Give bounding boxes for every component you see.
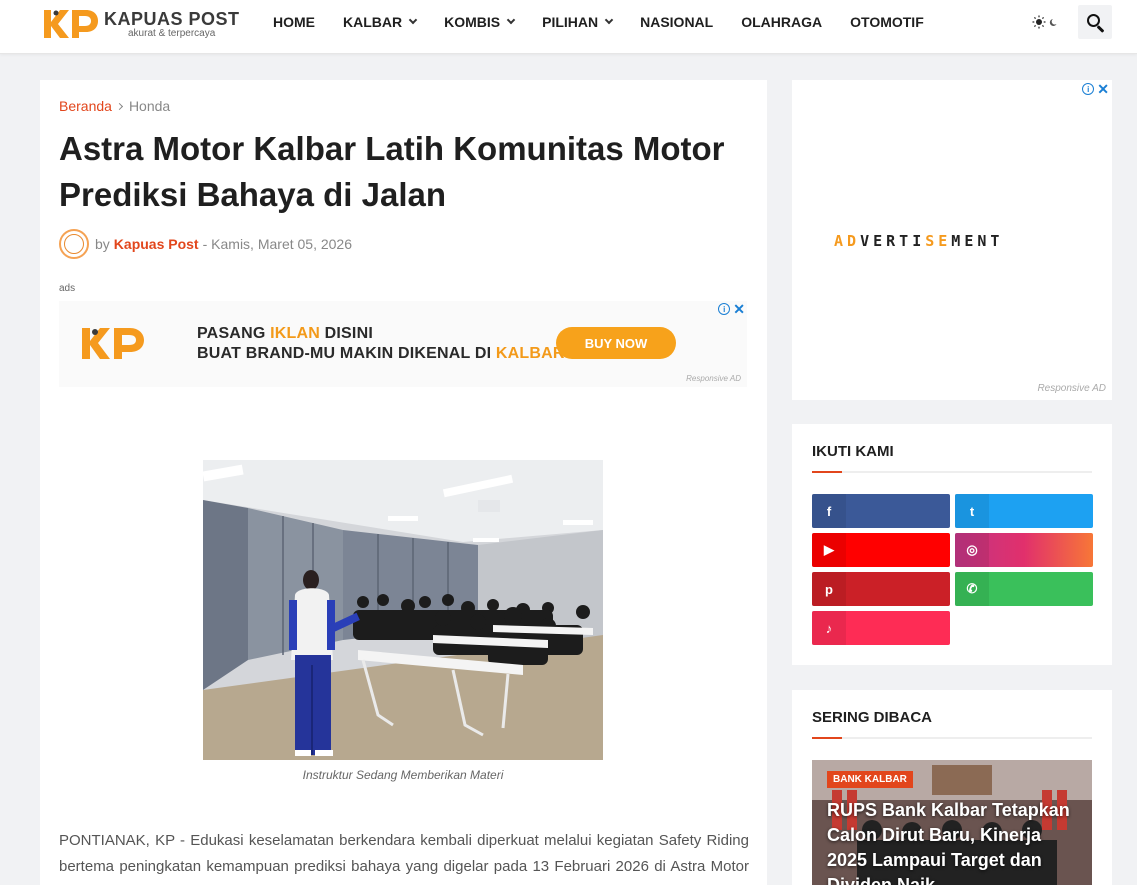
author-avatar[interactable] [59,229,89,259]
advertisement-letter: T [899,232,913,250]
chevron-down-icon [408,15,418,25]
banner-line-2-highlight: KALBAR [495,345,565,362]
title-underline [812,737,1092,739]
advertisement-letter: E [873,232,887,250]
ad-choices: i ✕ [1082,82,1109,96]
advertisement-letter: A [834,232,848,250]
banner-line-2: BUAT BRAND-MU MAKIN DIKENAL DI KALBAR [197,345,565,363]
search-icon [1087,14,1100,27]
nav-kalbar-label: KALBAR [343,14,403,30]
popular-post-title[interactable]: RUPS Bank Kalbar Tetapkan Calon Dirut Ba… [827,798,1082,885]
post-date: - Kamis, Maret 05, 2026 [202,236,353,252]
social-button-youtube[interactable]: ▶ [812,533,950,567]
banner-line-2-prefix: BUAT BRAND-MU MAKIN DIKENAL DI [197,345,496,362]
sun-moon-icon [1032,15,1057,29]
article-card: Beranda Honda Astra Motor Kalbar Latih K… [40,80,767,885]
kp-logo-icon [64,234,84,254]
kp-logo-icon [44,10,98,38]
breadcrumb: Beranda Honda [59,98,170,114]
info-icon[interactable]: i [718,303,731,315]
kp-logo-icon [82,328,144,359]
popular-post-card[interactable]: BANK KALBAR RUPS Bank Kalbar Tetapkan Ca… [812,760,1092,885]
nav-nasional[interactable]: NASIONAL [640,14,713,30]
chevron-down-icon [506,15,516,25]
popular-post-category[interactable]: BANK KALBAR [827,771,913,788]
nav-home[interactable]: HOME [273,14,315,30]
nav-kalbar[interactable]: KALBAR [343,14,418,30]
popular-title: SERING DIBACA [812,709,933,726]
nav-kombis[interactable]: KOMBIS [444,14,516,30]
popular-widget: SERING DIBACA BANK KALBAR RUPS Bank Kalb… [792,690,1112,885]
sidebar-ad[interactable]: i ✕ ADVERTISEMENT Responsive AD [792,80,1112,400]
responsive-ad-label: Responsive AD [686,374,741,383]
search-button[interactable] [1078,5,1112,39]
chevron-right-icon [115,102,123,110]
nav-pilihan[interactable]: PILIHAN [542,14,614,30]
banner-line-1-highlight: IKLAN [270,325,321,342]
nav-otomotif[interactable]: OTOMOTIF [850,14,924,30]
ad-choices: i ✕ [718,302,745,316]
article-photo[interactable] [203,460,603,760]
theme-toggle-button[interactable] [1030,12,1062,32]
chevron-down-icon [604,15,614,25]
author-link[interactable]: Kapuas Post [114,236,199,252]
whatsapp-icon: ✆ [955,572,989,606]
advertisement-text: ADVERTISEMENT [834,232,1003,250]
youtube-icon: ▶ [812,533,846,567]
twitter-icon: t [955,494,989,528]
nav-olahraga[interactable]: OLAHRAGA [741,14,822,30]
advertisement-letter: V [860,232,874,250]
close-icon[interactable]: ✕ [1097,82,1109,96]
social-button-tiktok[interactable]: ♪ [812,611,950,645]
banner-ad[interactable]: PASANG IKLAN DISINI BUAT BRAND-MU MAKIN … [59,301,747,387]
article-title: Astra Motor Kalbar Latih Komunitas Motor… [59,130,725,213]
nav-olahraga-label: OLAHRAGA [741,14,823,30]
advertisement-letter: E [938,232,952,250]
advertisement-letter: R [886,232,900,250]
by-label: by [95,236,110,252]
main-nav: HOME KALBAR KOMBIS PILIHAN NASIONAL OLAH… [273,0,952,44]
follow-widget: IKUTI KAMI f t ▶ ◎ p ✆ ♪ [792,424,1112,665]
social-button-instagram[interactable]: ◎ [955,533,1093,567]
nav-pilihan-label: PILIHAN [542,14,599,30]
banner-line-1-prefix: PASANG [197,325,271,342]
advertisement-letter: T [990,232,1004,250]
banner-line-1-suffix: DISINI [320,325,373,342]
advertisement-letter: D [847,232,861,250]
follow-title: IKUTI KAMI [812,443,894,460]
ads-label: ads [59,283,76,294]
photo-caption: Instruktur Sedang Memberikan Materi [302,768,504,782]
tiktok-icon: ♪ [812,611,846,645]
article-body: PONTIANAK, KP - Edukasi keselamatan berk… [59,832,749,885]
nav-nasional-label: NASIONAL [640,14,714,30]
site-tagline: akurat & terpercaya [128,28,216,39]
article-meta: by Kapuas Post - Kamis, Maret 05, 2026 [59,229,352,259]
breadcrumb-category-link[interactable]: Honda [129,98,170,114]
advertisement-letter: N [977,232,991,250]
instagram-icon: ◎ [955,533,989,567]
social-button-twitter[interactable]: t [955,494,1093,528]
banner-line-1: PASANG IKLAN DISINI [197,325,373,343]
breadcrumb-home-link[interactable]: Beranda [59,98,112,114]
nav-otomotif-label: OTOMOTIF [850,14,924,30]
site-logo[interactable]: KAPUAS POST akurat & terpercaya [42,6,240,42]
info-icon[interactable]: i [1082,83,1095,95]
responsive-ad-label: Responsive AD [1037,383,1106,394]
title-underline [812,471,1092,473]
advertisement-letter: M [951,232,965,250]
nav-home-label: HOME [273,14,315,30]
advertisement-letter: E [964,232,978,250]
social-button-whatsapp[interactable]: ✆ [955,572,1093,606]
pinterest-icon: p [812,572,846,606]
facebook-icon: f [812,494,846,528]
advertisement-letter: I [912,232,926,250]
social-button-pinterest[interactable]: p [812,572,950,606]
top-header: KAPUAS POST akurat & terpercaya HOME KAL… [0,0,1137,54]
buy-now-button[interactable]: BUY NOW [556,327,676,359]
social-button-facebook[interactable]: f [812,494,950,528]
nav-kombis-label: KOMBIS [444,14,501,30]
advertisement-letter: S [925,232,939,250]
site-name: KAPUAS POST [104,9,240,29]
close-icon[interactable]: ✕ [733,302,745,316]
